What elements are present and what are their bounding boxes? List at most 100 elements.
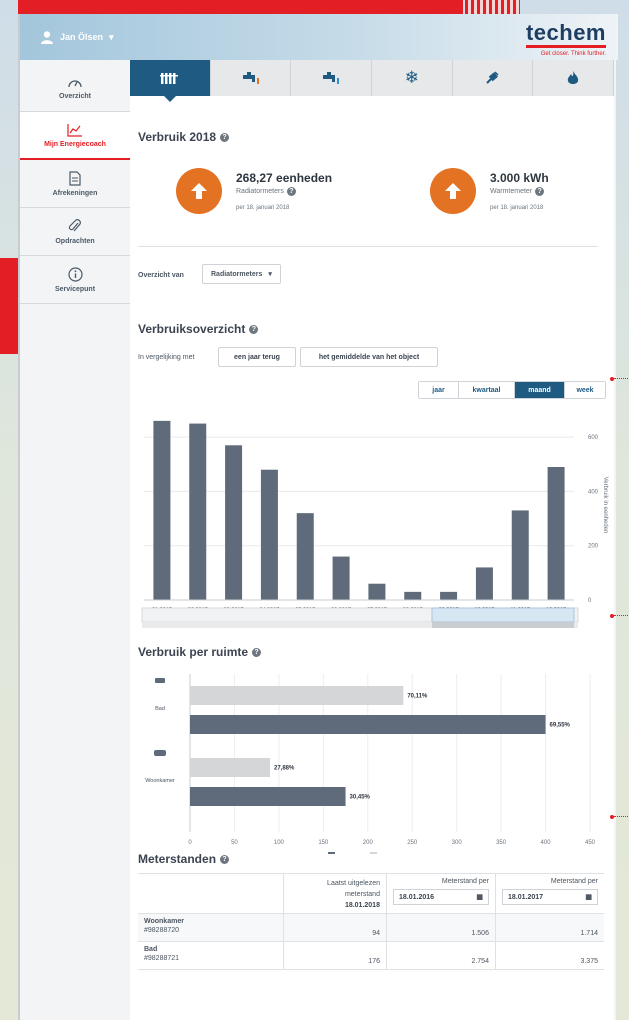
monthly-consumption-chart: 0200400600Verbruik in eenheden01.201702.… <box>141 420 608 628</box>
col-label: Laatst uitgelezen meterstand <box>327 880 380 898</box>
date-picker-2016[interactable]: 18.01.2016 ▦ <box>392 889 489 905</box>
sidebar-item-servicepunt[interactable]: Servicepunt <box>20 256 130 304</box>
sidebar-item-energiecoach[interactable]: Mijn Energiecoach <box>20 112 130 160</box>
app-frame: Jan Ölsen ▾ techem Get closer. Think fur… <box>18 14 618 1020</box>
scrollbar-thumb <box>432 622 574 628</box>
left-red-block <box>0 258 18 354</box>
arrow-up-icon <box>430 168 476 214</box>
tab-cooling[interactable]: ❄ <box>372 60 453 96</box>
kpi-label: Warmtemeter? <box>490 187 549 196</box>
top-red-bar <box>18 0 463 14</box>
chart-icon <box>67 123 82 137</box>
help-icon[interactable]: ? <box>220 132 230 142</box>
tab-hot-water[interactable] <box>211 60 292 96</box>
sidebar-item-overzicht[interactable]: Overzicht <box>20 64 130 112</box>
chart-bar <box>475 567 493 600</box>
logo-tagline: Get closer. Think further. <box>540 51 606 57</box>
x-tick-label: 350 <box>496 840 507 846</box>
compare-average-button[interactable]: het gemiddelde van het object <box>300 347 438 367</box>
document-icon <box>69 170 81 186</box>
x-tick-label: 150 <box>318 840 329 846</box>
help-icon[interactable]: ? <box>286 187 296 196</box>
x-tick-label: 450 <box>585 840 596 846</box>
col-reading-2017: Meterstand per 18.01.2017 ▦ <box>494 873 604 914</box>
col-label: Meterstand per <box>441 878 489 885</box>
snowflake-icon: ❄ <box>404 68 419 88</box>
table-row: Bad #98288721 176 2.754 3.375 <box>138 941 604 970</box>
legend-swatch <box>370 852 377 854</box>
table-header-row: Laatst uitgelezen meterstand 18.01.2018 … <box>138 873 604 914</box>
last-reading-cell: 94 <box>282 913 387 942</box>
user-menu[interactable]: Jan Ölsen ▾ <box>40 30 114 44</box>
col-label: Meterstand per <box>550 878 598 885</box>
divider <box>138 246 598 247</box>
main-panel: ❄ Verbruik 2018 ? 268,27 eenheden Radiat… <box>130 60 615 1020</box>
overzicht-dropdown[interactable]: Radiatormeters ▾ <box>202 264 281 284</box>
ruimte-title-text: Verbruik per ruimte <box>138 645 249 659</box>
cold-water-tap-icon <box>323 72 340 84</box>
chart-bar <box>511 510 529 600</box>
verbruik-title: Verbruik 2018 ? <box>138 130 230 144</box>
chart-bar <box>440 591 458 600</box>
sidebar-item-afrekeningen[interactable]: Afrekeningen <box>20 160 130 208</box>
calendar-icon: ▦ <box>585 894 592 901</box>
period-maand-button[interactable]: maand <box>515 382 565 398</box>
calendar-icon: ▦ <box>476 894 483 901</box>
tab-cold-water[interactable] <box>291 60 373 96</box>
period-kwartaal-button[interactable]: kwartaal <box>459 382 515 398</box>
category-label: Bad <box>155 706 165 712</box>
room-cell: Woonkamer #98288720 <box>138 913 284 942</box>
kpi-label: Radiatormeters? <box>236 187 332 196</box>
help-icon[interactable]: ? <box>252 647 262 657</box>
user-icon <box>41 31 53 44</box>
verbruik-title-text: Verbruik 2018 <box>138 130 217 144</box>
help-icon[interactable]: ? <box>535 187 545 196</box>
header: Jan Ölsen ▾ techem Get closer. Think fur… <box>20 14 618 60</box>
chart-bar <box>189 423 207 600</box>
dropdown-value: Radiatormeters <box>211 270 263 278</box>
col-date: 18.01.2018 <box>344 902 380 909</box>
sidebar-item-label: Servicepunt <box>54 285 96 293</box>
kpi-radiatormeters: 268,27 eenheden Radiatormeters? per 18. … <box>176 168 332 214</box>
col-last-reading: Laatst uitgelezen meterstand 18.01.2018 <box>282 873 387 914</box>
kpi-date: per 18. januari 2018 <box>490 205 544 211</box>
help-icon[interactable]: ? <box>249 324 259 334</box>
date-picker-2017[interactable]: 18.01.2017 ▦ <box>502 889 598 905</box>
col-reading-2016: Meterstand per 18.01.2016 ▦ <box>385 873 496 914</box>
chart-bar <box>296 513 314 600</box>
top-red-stripes <box>465 0 520 14</box>
plug-icon <box>485 71 499 84</box>
room-cell: Bad #98288721 <box>138 941 284 970</box>
x-tick-label: 50 <box>231 840 238 846</box>
compare-year-button[interactable]: een jaar terug <box>218 347 296 367</box>
y-tick-label: 600 <box>588 435 599 441</box>
chart-bar <box>190 787 346 806</box>
annotation-line <box>614 615 628 616</box>
help-icon[interactable]: ? <box>220 854 230 864</box>
y-tick-label: 200 <box>588 544 599 550</box>
reading-2016-cell: 2.754 <box>385 941 496 970</box>
period-selector: jaar kwartaal maand week <box>418 381 606 399</box>
tab-radiator[interactable] <box>130 60 211 102</box>
sidebar: Overzicht Mijn Energiecoach Afrekeningen… <box>20 64 130 304</box>
chevron-down-icon: ▾ <box>268 271 272 278</box>
period-jaar-button[interactable]: jaar <box>419 382 459 398</box>
last-reading-cell: 176 <box>282 941 387 970</box>
x-tick-label: 300 <box>452 840 463 846</box>
flame-icon <box>567 70 579 84</box>
x-tick-label: 0 <box>188 840 192 846</box>
tab-gas[interactable] <box>533 60 615 96</box>
table-row: Woonkamer #98288720 94 1.506 1.714 <box>138 913 604 942</box>
meter-id: #98288721 <box>144 955 180 962</box>
chart-bar <box>332 556 350 600</box>
period-week-button[interactable]: week <box>565 382 605 398</box>
techem-logo[interactable]: techem Get closer. Think further. <box>525 22 606 57</box>
bathtub-icon <box>155 678 165 683</box>
chart-bar <box>260 469 278 600</box>
tab-electricity[interactable] <box>453 60 534 96</box>
kpi-warmtemeter: 3.000 kWh Warmtemeter? per 18. januari 2… <box>430 168 549 214</box>
data-label: 27,88% <box>274 766 295 772</box>
y-tick-label: 0 <box>588 598 592 604</box>
sidebar-item-opdrachten[interactable]: Opdrachten <box>20 208 130 256</box>
data-label: 69,55% <box>550 723 571 729</box>
